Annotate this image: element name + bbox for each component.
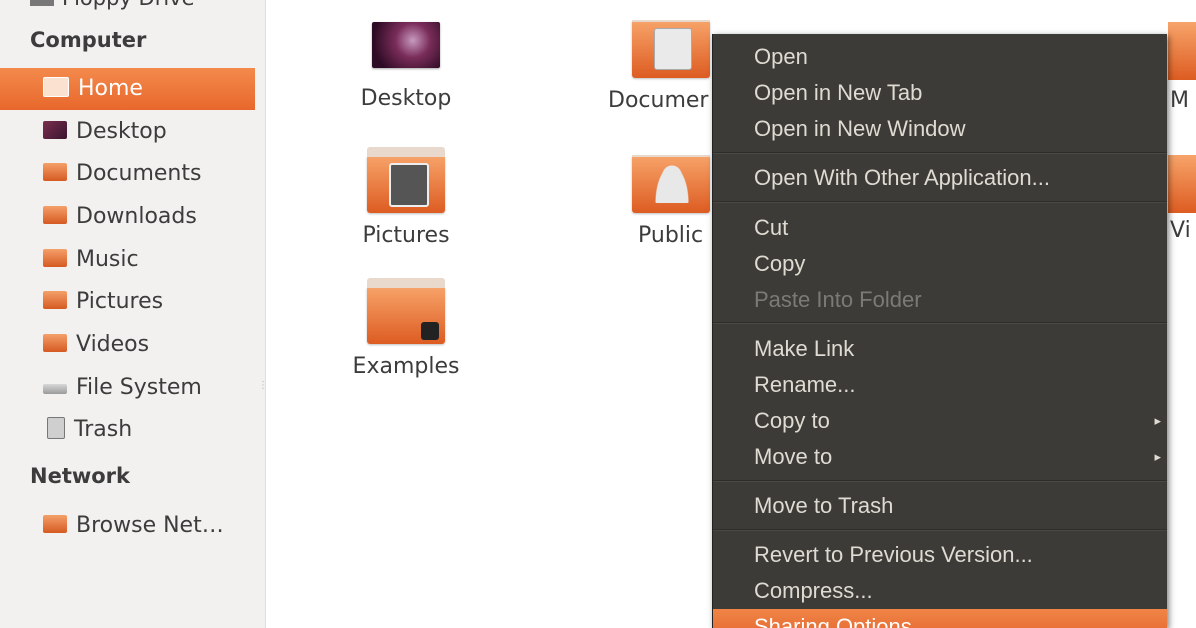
- menu-item-open[interactable]: Open: [713, 39, 1167, 75]
- menu-item-move-to-trash[interactable]: Move to Trash: [713, 488, 1167, 524]
- pictures-folder-icon: [367, 147, 445, 213]
- file-item-documents[interactable]: Documer: [596, 20, 716, 113]
- network-icon: [43, 515, 67, 533]
- file-item-music-partial[interactable]: [1168, 22, 1196, 80]
- sidebar: Floppy Drive Computer Home Desktop Docum…: [0, 0, 268, 628]
- menu-item-copy[interactable]: Copy: [713, 246, 1167, 282]
- menu-separator: [713, 322, 1167, 324]
- menu-separator: [713, 480, 1167, 482]
- documents-folder-icon: [43, 163, 67, 181]
- document-emblem-icon: [654, 28, 692, 70]
- sidebar-item-downloads[interactable]: Downloads: [0, 196, 255, 238]
- photo-emblem-icon: [389, 163, 429, 207]
- file-item-public[interactable]: Public: [612, 155, 712, 248]
- menu-separator: [713, 201, 1167, 203]
- sidebar-item-floppy-drive[interactable]: Floppy Drive: [30, 0, 195, 10]
- desktop-folder-icon: [372, 22, 440, 68]
- menu-separator: [713, 529, 1167, 531]
- menu-item-sharing-options[interactable]: Sharing Options: [713, 609, 1167, 628]
- drive-icon: [43, 384, 67, 394]
- desktop-icon: [43, 121, 67, 139]
- sidebar-item-documents[interactable]: Documents: [0, 153, 255, 195]
- sidebar-resize-handle[interactable]: ⋮: [258, 380, 268, 394]
- sidebar-header-computer: Computer: [30, 28, 147, 52]
- menu-item-cut[interactable]: Cut: [713, 210, 1167, 246]
- sidebar-item-music[interactable]: Music: [0, 239, 255, 281]
- sidebar-header-network: Network: [30, 464, 131, 488]
- sidebar-item-pictures[interactable]: Pictures: [0, 281, 255, 323]
- menu-item-open-new-window[interactable]: Open in New Window: [713, 111, 1167, 147]
- symlink-arrow-icon: [421, 322, 439, 340]
- file-item-desktop[interactable]: Desktop: [346, 14, 466, 111]
- videos-folder-icon: [43, 334, 67, 352]
- music-folder-icon: [43, 249, 67, 267]
- sidebar-item-home[interactable]: Home: [0, 68, 255, 110]
- menu-item-copy-to[interactable]: Copy to ▸: [713, 403, 1167, 439]
- sidebar-item-videos[interactable]: Videos: [0, 324, 255, 366]
- public-folder-icon: [632, 155, 710, 213]
- sidebar-item-desktop[interactable]: Desktop: [0, 111, 255, 153]
- menu-item-open-new-tab[interactable]: Open in New Tab: [713, 75, 1167, 111]
- file-label-videos-partial: Vi: [1170, 218, 1191, 243]
- sidebar-item-file-system[interactable]: File System: [0, 367, 255, 409]
- submenu-arrow-icon: ▸: [1154, 449, 1161, 464]
- menu-item-make-link[interactable]: Make Link: [713, 331, 1167, 367]
- file-label-music-partial: M: [1170, 88, 1189, 113]
- home-folder-icon: [43, 77, 69, 97]
- documents-folder-icon: [632, 20, 710, 78]
- menu-item-move-to[interactable]: Move to ▸: [713, 439, 1167, 475]
- pictures-folder-icon: [43, 291, 67, 309]
- downloads-folder-icon: [43, 206, 67, 224]
- examples-folder-icon: [367, 278, 445, 344]
- submenu-arrow-icon: ▸: [1154, 413, 1161, 428]
- menu-item-paste-into-folder: Paste Into Folder: [754, 287, 922, 312]
- menu-item-revert-previous-version[interactable]: Revert to Previous Version...: [713, 537, 1167, 573]
- context-menu: Open Open in New Tab Open in New Window …: [712, 34, 1167, 628]
- person-emblem-icon: [654, 163, 690, 203]
- sidebar-item-trash[interactable]: Trash: [0, 409, 255, 451]
- file-item-videos-partial[interactable]: [1168, 155, 1196, 213]
- file-item-examples[interactable]: Examples: [346, 278, 466, 379]
- trash-icon: [47, 417, 65, 439]
- menu-item-rename[interactable]: Rename...: [713, 367, 1167, 403]
- menu-separator: [713, 152, 1167, 154]
- sidebar-item-browse-network[interactable]: Browse Net…: [0, 505, 255, 547]
- menu-item-open-with-other[interactable]: Open With Other Application...: [713, 160, 1167, 196]
- floppy-icon: [30, 0, 54, 6]
- menu-item-compress[interactable]: Compress...: [713, 573, 1167, 609]
- file-item-pictures[interactable]: Pictures: [346, 147, 466, 248]
